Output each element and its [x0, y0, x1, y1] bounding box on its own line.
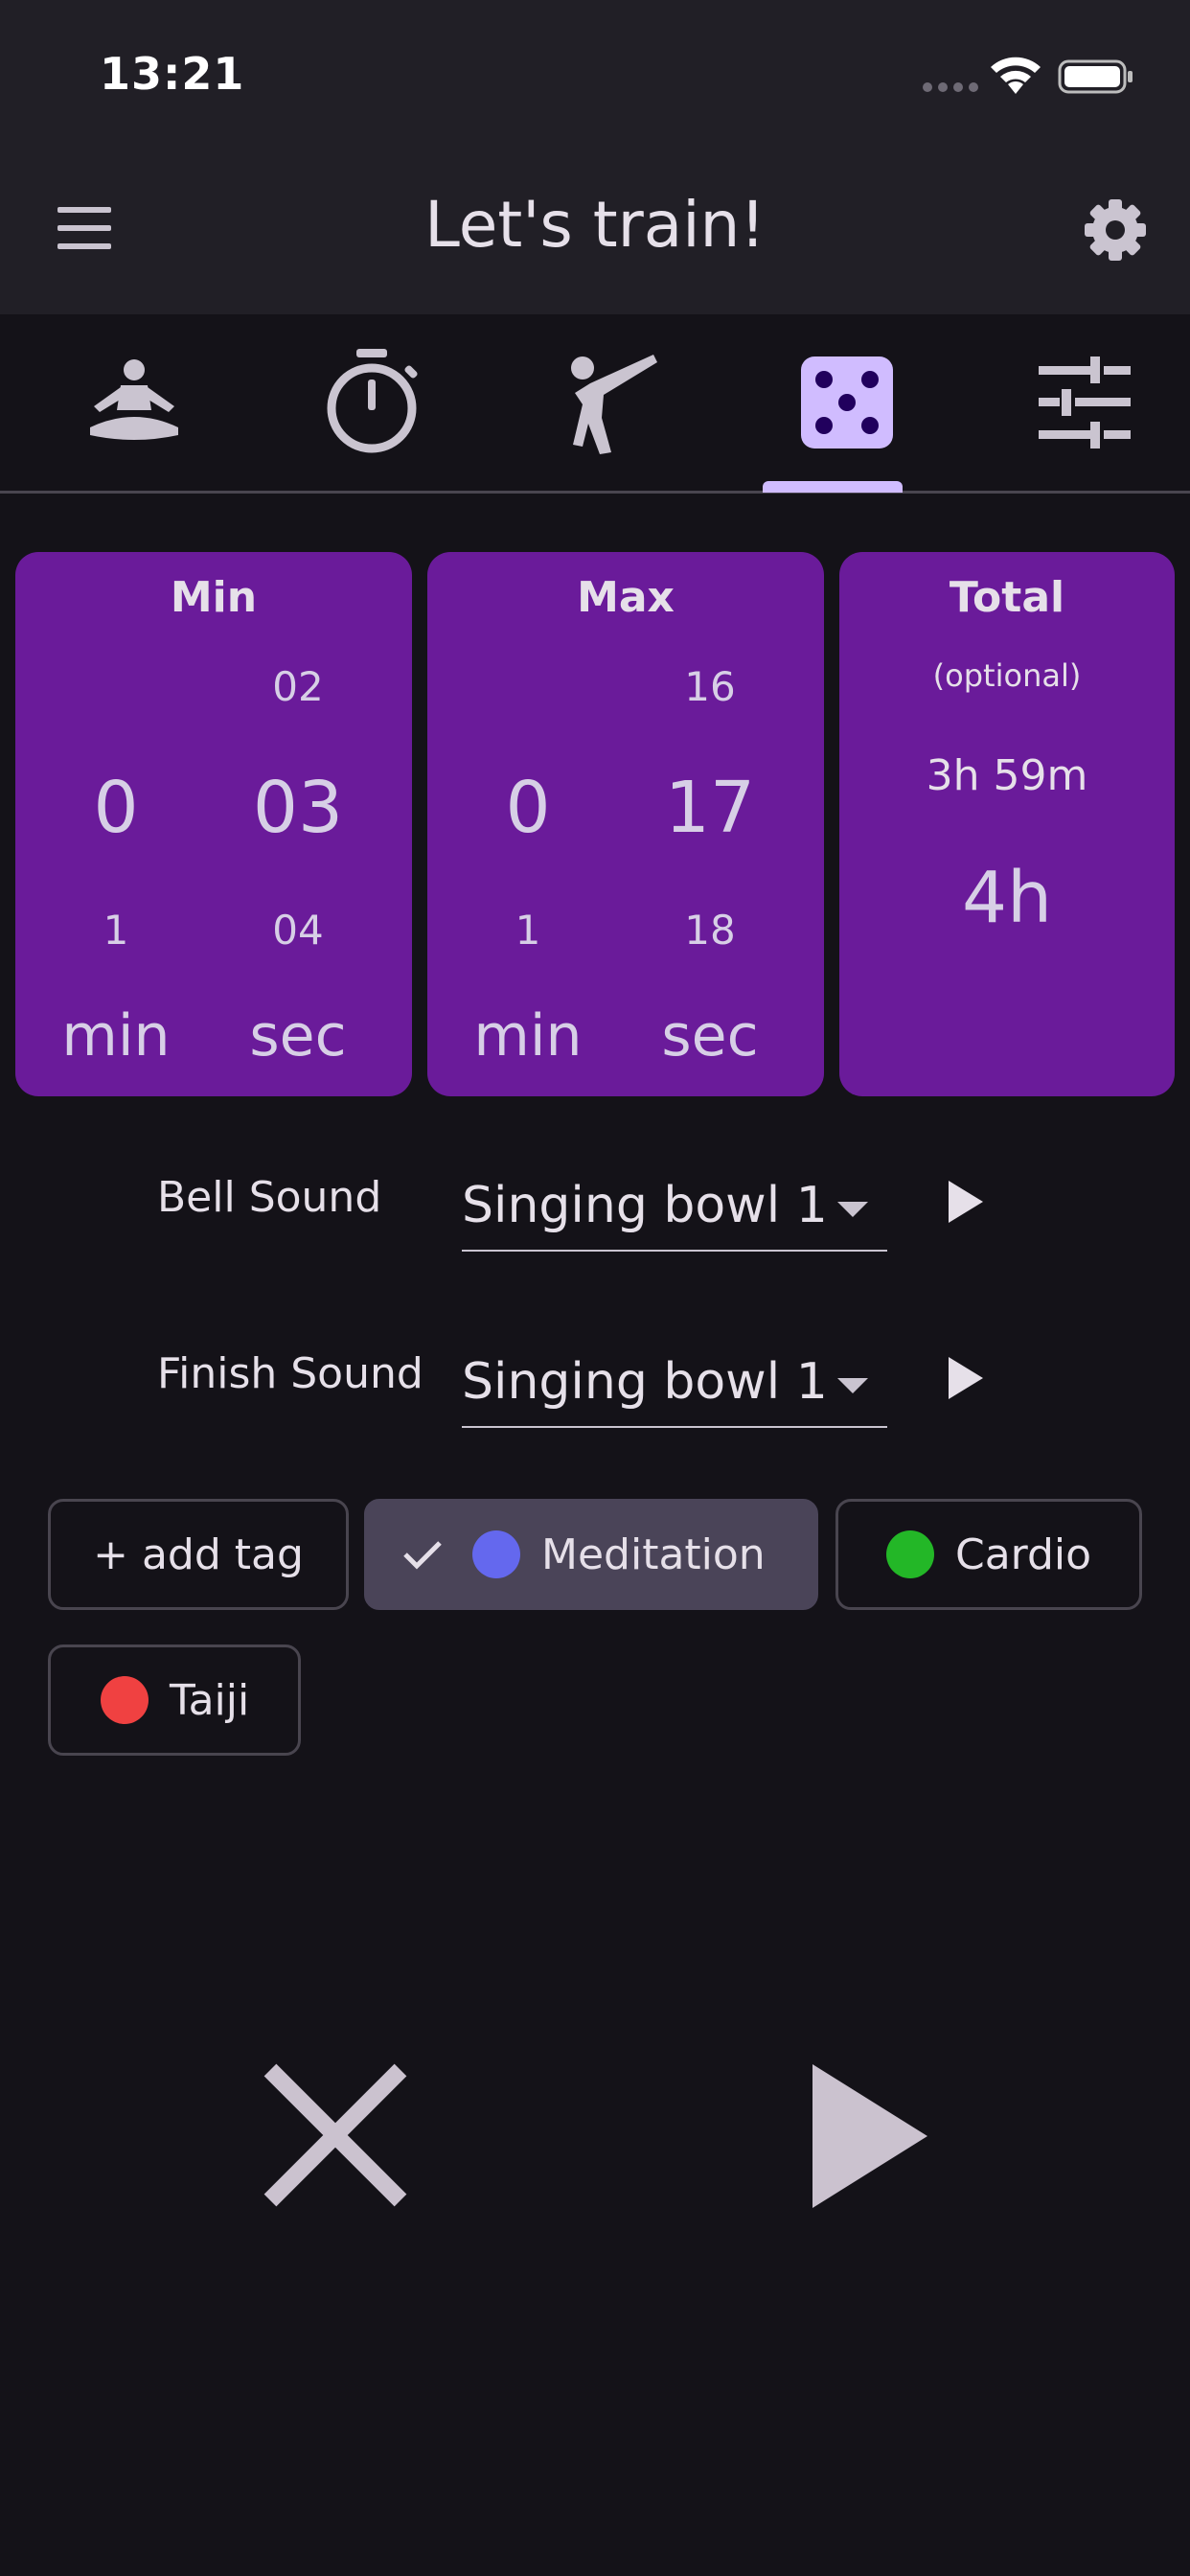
battery-icon — [1058, 59, 1133, 94]
play-finish-sound-button[interactable] — [949, 1357, 983, 1399]
max-minutes-value[interactable]: 0 — [427, 767, 629, 849]
max-minutes-unit: min — [473, 1002, 583, 1070]
finish-sound-value: Singing bowl 1 — [462, 1353, 828, 1411]
total-card-title: Total — [949, 573, 1065, 622]
tab-stopwatch[interactable] — [253, 314, 491, 491]
tag-color-dot — [101, 1676, 149, 1724]
tag-label: Taiji — [170, 1675, 250, 1725]
app-bar: 13:21 Let's train! — [0, 0, 1190, 314]
tab-meditation[interactable] — [15, 314, 253, 491]
max-card-title: Max — [577, 573, 675, 622]
tune-icon — [1039, 356, 1131, 448]
min-seconds-next: 04 — [272, 907, 324, 954]
finish-sound-label: Finish Sound — [157, 1349, 423, 1398]
bell-sound-label: Bell Sound — [157, 1173, 382, 1222]
cellular-signal-icon — [923, 82, 978, 92]
total-optional-label: (optional) — [932, 657, 1082, 694]
max-seconds-next: 18 — [684, 907, 736, 954]
tab-random[interactable] — [728, 314, 966, 491]
tab-adjust[interactable] — [966, 314, 1190, 491]
max-seconds-unit: sec — [661, 1002, 759, 1070]
total-value[interactable]: 4h — [839, 857, 1175, 939]
chevron-down-icon — [837, 1378, 868, 1393]
total-duration-picker[interactable]: Total (optional) 3h 59m 4h — [839, 552, 1175, 1096]
max-seconds-value[interactable]: 17 — [609, 767, 811, 849]
gear-icon[interactable] — [1083, 197, 1148, 263]
min-card-title: Min — [170, 573, 258, 622]
dice-icon — [801, 356, 893, 448]
check-icon — [403, 1541, 442, 1570]
tag-color-dot — [886, 1530, 934, 1578]
bell-sound-value: Singing bowl 1 — [462, 1177, 828, 1234]
close-icon[interactable] — [261, 2060, 410, 2210]
max-seconds-prev: 16 — [684, 663, 736, 710]
min-seconds-prev: 02 — [272, 663, 324, 710]
max-duration-picker[interactable]: Max 16 0 17 1 18 min sec — [427, 552, 824, 1096]
min-minutes-unit: min — [61, 1002, 171, 1070]
max-minutes-next: 1 — [515, 907, 541, 954]
tab-martial-arts[interactable] — [491, 314, 728, 491]
status-time: 13:21 — [100, 48, 245, 100]
finish-sound-dropdown[interactable]: Singing bowl 1 — [462, 1340, 887, 1428]
wifi-icon — [991, 57, 1041, 94]
add-tag-button[interactable]: + add tag — [48, 1499, 349, 1610]
tag-color-dot — [472, 1530, 520, 1578]
tab-indicator — [763, 481, 903, 493]
screen: 13:21 Let's train! Min 02 0 03 1 04 min … — [0, 0, 1190, 2576]
min-minutes-next: 1 — [103, 907, 129, 954]
min-duration-picker[interactable]: Min 02 0 03 1 04 min sec — [15, 552, 412, 1096]
tag-chip-taiji[interactable]: Taiji — [48, 1644, 301, 1756]
stopwatch-icon — [327, 349, 418, 453]
total-prev-value: 3h 59m — [926, 751, 1088, 800]
martial-arts-icon — [571, 355, 657, 454]
add-tag-label: + add tag — [93, 1530, 304, 1579]
chevron-down-icon — [837, 1202, 868, 1217]
tag-label: Cardio — [955, 1530, 1092, 1579]
page-title: Let's train! — [424, 188, 766, 262]
play-bell-sound-button[interactable] — [949, 1181, 983, 1223]
tag-chip-cardio[interactable]: Cardio — [835, 1499, 1142, 1610]
tag-chip-meditation[interactable]: Meditation — [364, 1499, 818, 1610]
play-icon[interactable] — [812, 2064, 927, 2208]
min-seconds-unit: sec — [249, 1002, 347, 1070]
bell-sound-dropdown[interactable]: Singing bowl 1 — [462, 1163, 887, 1252]
tab-bar — [0, 314, 1190, 494]
tag-label: Meditation — [541, 1530, 766, 1579]
min-minutes-value[interactable]: 0 — [15, 767, 217, 849]
meditation-icon — [90, 359, 178, 440]
min-seconds-value[interactable]: 03 — [197, 767, 399, 849]
